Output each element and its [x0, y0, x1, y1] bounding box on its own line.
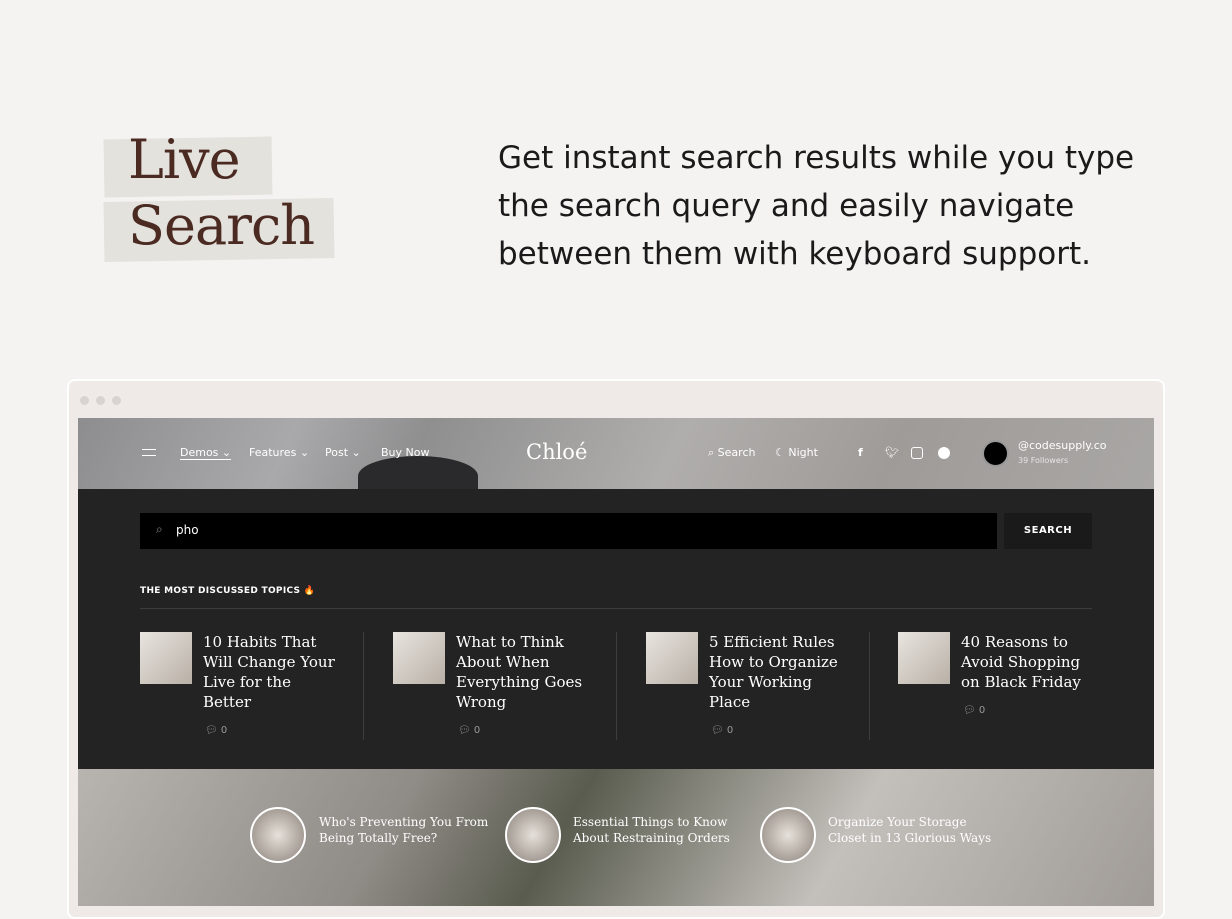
facebook-icon[interactable]: f: [858, 446, 863, 459]
featured-title[interactable]: Essential Things to Know About Restraini…: [573, 814, 743, 846]
divider: [616, 632, 617, 740]
nav-label: Demos: [180, 446, 219, 459]
nav-features[interactable]: Features ⌄: [249, 446, 309, 459]
featured-thumbnail[interactable]: [505, 807, 561, 863]
comment-count: 💬︎ 0: [458, 725, 481, 736]
divider: [363, 632, 364, 740]
window-dot: [96, 396, 105, 405]
nav-buy-now[interactable]: Buy Now: [381, 446, 429, 459]
site-logo[interactable]: Chloé: [526, 440, 587, 464]
night-label: Night: [788, 446, 818, 459]
featured-thumbnail[interactable]: [760, 807, 816, 863]
search-panel: ⌕ pho SEARCH THE MOST DISCUSSED TOPICS 🔥…: [78, 489, 1154, 769]
window-dot: [112, 396, 121, 405]
featured-title[interactable]: Who's Preventing You From Being Totally …: [319, 814, 489, 846]
nav-post[interactable]: Post ⌄: [325, 446, 361, 459]
divider: [869, 632, 870, 740]
night-mode-toggle[interactable]: ☾ Night: [775, 446, 818, 459]
twitter-icon[interactable]: 🐦︎: [885, 446, 899, 459]
article-title[interactable]: What to Think About When Everything Goes…: [456, 632, 596, 712]
chevron-down-icon: ⌄: [351, 446, 361, 459]
hero-description: Get instant search results while you typ…: [498, 140, 1135, 272]
follower-count: 39 Followers: [1018, 456, 1069, 465]
featured-title[interactable]: Organize Your Storage Closet in 13 Glori…: [828, 814, 998, 846]
comment-value: 0: [726, 725, 734, 736]
menu-icon[interactable]: [142, 449, 156, 456]
comment-count: 💬︎ 0: [963, 705, 986, 716]
chevron-down-icon: ⌄: [299, 446, 310, 459]
topics-heading: THE MOST DISCUSSED TOPICS 🔥: [140, 586, 316, 596]
article-thumbnail[interactable]: [898, 632, 950, 684]
search-label: Search: [717, 446, 756, 459]
search-icon: ⌕: [708, 446, 715, 459]
comment-value: 0: [978, 705, 986, 716]
article-title[interactable]: 10 Habits That Will Change Your Live for…: [203, 632, 343, 712]
search-value: pho: [176, 523, 199, 537]
comment-count: 💬︎ 0: [205, 725, 228, 736]
search-icon: ⌕: [156, 522, 163, 536]
comment-count: 💬︎ 0: [711, 725, 734, 736]
search-submit-button[interactable]: SEARCH: [1004, 513, 1092, 549]
article-title[interactable]: 5 Efficient Rules How to Organize Your W…: [709, 632, 849, 712]
featured-thumbnail[interactable]: [250, 807, 306, 863]
search-input[interactable]: ⌕ pho: [140, 513, 997, 549]
comment-value: 0: [220, 725, 228, 736]
moon-icon: ☾: [775, 446, 785, 459]
pinterest-icon[interactable]: [938, 447, 950, 459]
comment-value: 0: [473, 725, 481, 736]
site-header: Demos ⌄ Features ⌄ Post ⌄ Buy Now Chloé …: [78, 418, 1154, 496]
article-thumbnail[interactable]: [646, 632, 698, 684]
header-search-button[interactable]: ⌕ Search: [708, 446, 755, 460]
account-handle[interactable]: @codesupply.co: [1018, 439, 1106, 452]
article-title[interactable]: 40 Reasons to Avoid Shopping on Black Fr…: [961, 632, 1101, 692]
chevron-down-icon: ⌄: [221, 446, 232, 459]
nav-label: Post: [325, 446, 349, 459]
instagram-icon[interactable]: [911, 447, 923, 459]
hero-title-line1: Live: [128, 128, 241, 191]
website-preview: Demos ⌄ Features ⌄ Post ⌄ Buy Now Chloé …: [78, 418, 1154, 906]
nav-label: Features: [249, 446, 297, 459]
divider: [140, 608, 1092, 609]
window-dot: [80, 396, 89, 405]
avatar[interactable]: [982, 440, 1009, 467]
featured-strip: Who's Preventing You From Being Totally …: [78, 769, 1154, 906]
article-thumbnail[interactable]: [140, 632, 192, 684]
hero-title-line2: Search: [128, 194, 315, 257]
nav-demos[interactable]: Demos ⌄: [180, 446, 232, 460]
article-thumbnail[interactable]: [393, 632, 445, 684]
